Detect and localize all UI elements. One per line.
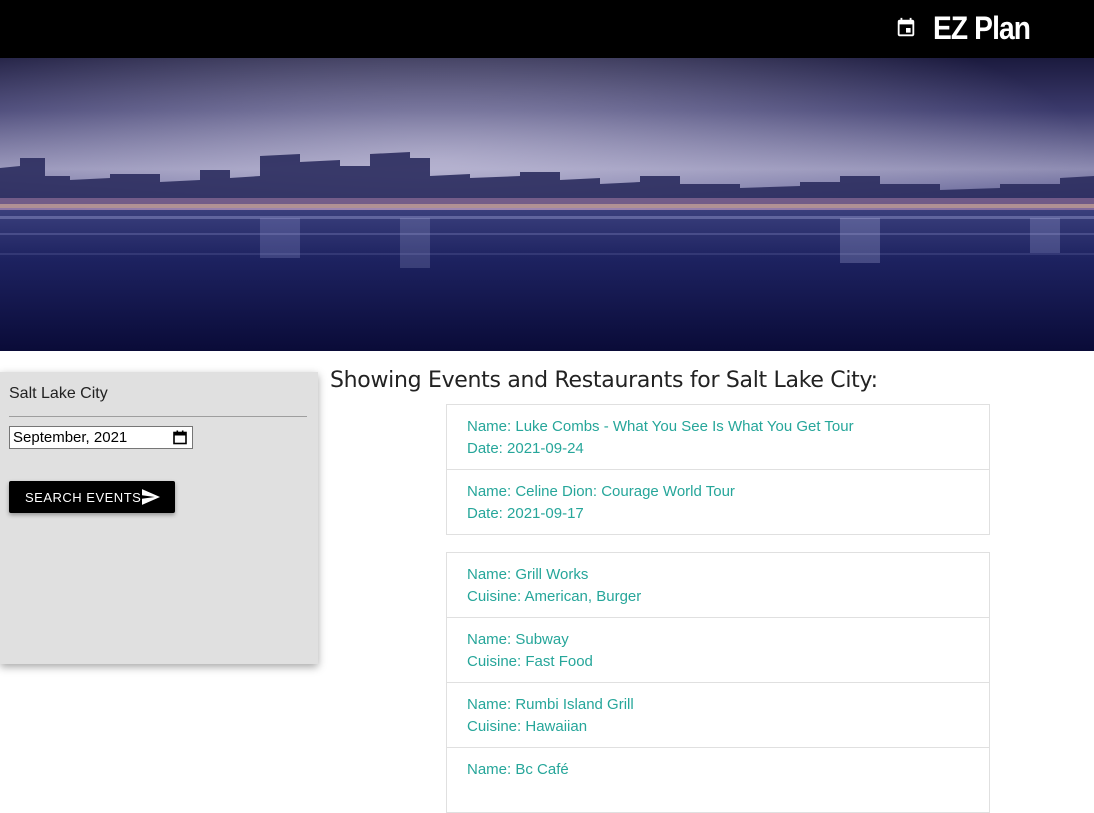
event-date: Date: 2021-09-17 — [467, 505, 584, 522]
event-item[interactable]: Name: Luke Combs - What You See Is What … — [447, 405, 989, 470]
search-events-label: SEARCH EVENTS — [25, 490, 142, 505]
event-item[interactable]: Name: Celine Dion: Courage World Tour Da… — [447, 470, 989, 534]
month-input[interactable]: September, 2021 — [9, 426, 193, 449]
restaurant-name: Name: Bc Café — [467, 761, 569, 778]
restaurant-item[interactable]: Name: Bc Café — [447, 748, 989, 812]
event-date: Date: 2021-09-24 — [467, 440, 584, 457]
restaurant-name: Name: Grill Works — [467, 566, 589, 583]
restaurant-name: Name: Subway — [467, 631, 569, 648]
top-navbar: EZ Plan — [0, 0, 1094, 58]
events-list: Name: Luke Combs - What You See Is What … — [446, 404, 990, 535]
restaurant-cuisine: Cuisine: American, Burger — [467, 588, 642, 605]
calendar-icon[interactable] — [173, 430, 187, 445]
restaurant-item[interactable]: Name: Subway Cuisine: Fast Food — [447, 618, 989, 683]
event-name: Name: Luke Combs - What You See Is What … — [467, 418, 854, 435]
hero-banner-image — [0, 58, 1094, 351]
calendar-event-icon — [897, 17, 915, 37]
month-input-value: September, 2021 — [13, 429, 128, 446]
search-card: Salt Lake City — [0, 372, 318, 664]
search-events-button[interactable]: SEARCH EVENTS — [9, 481, 175, 513]
event-name: Name: Celine Dion: Courage World Tour — [467, 483, 735, 500]
brand-logo-link[interactable]: EZ Plan — [895, 8, 1043, 48]
restaurant-name: Name: Rumbi Island Grill — [467, 696, 634, 713]
restaurants-list: Name: Grill Works Cuisine: American, Bur… — [446, 552, 990, 813]
city-input[interactable]: Salt Lake City — [9, 384, 307, 417]
results-heading: Showing Events and Restaurants for Salt … — [330, 368, 878, 393]
restaurant-cuisine: Cuisine: Hawaiian — [467, 718, 588, 735]
restaurant-item[interactable]: Name: Grill Works Cuisine: American, Bur… — [447, 553, 989, 618]
brand-name: EZ Plan — [933, 9, 1031, 46]
restaurant-item[interactable]: Name: Rumbi Island Grill Cuisine: Hawaii… — [447, 683, 989, 748]
restaurant-cuisine: Cuisine: Fast Food — [467, 653, 593, 670]
city-input-value: Salt Lake City — [9, 385, 108, 402]
send-icon — [142, 489, 160, 505]
